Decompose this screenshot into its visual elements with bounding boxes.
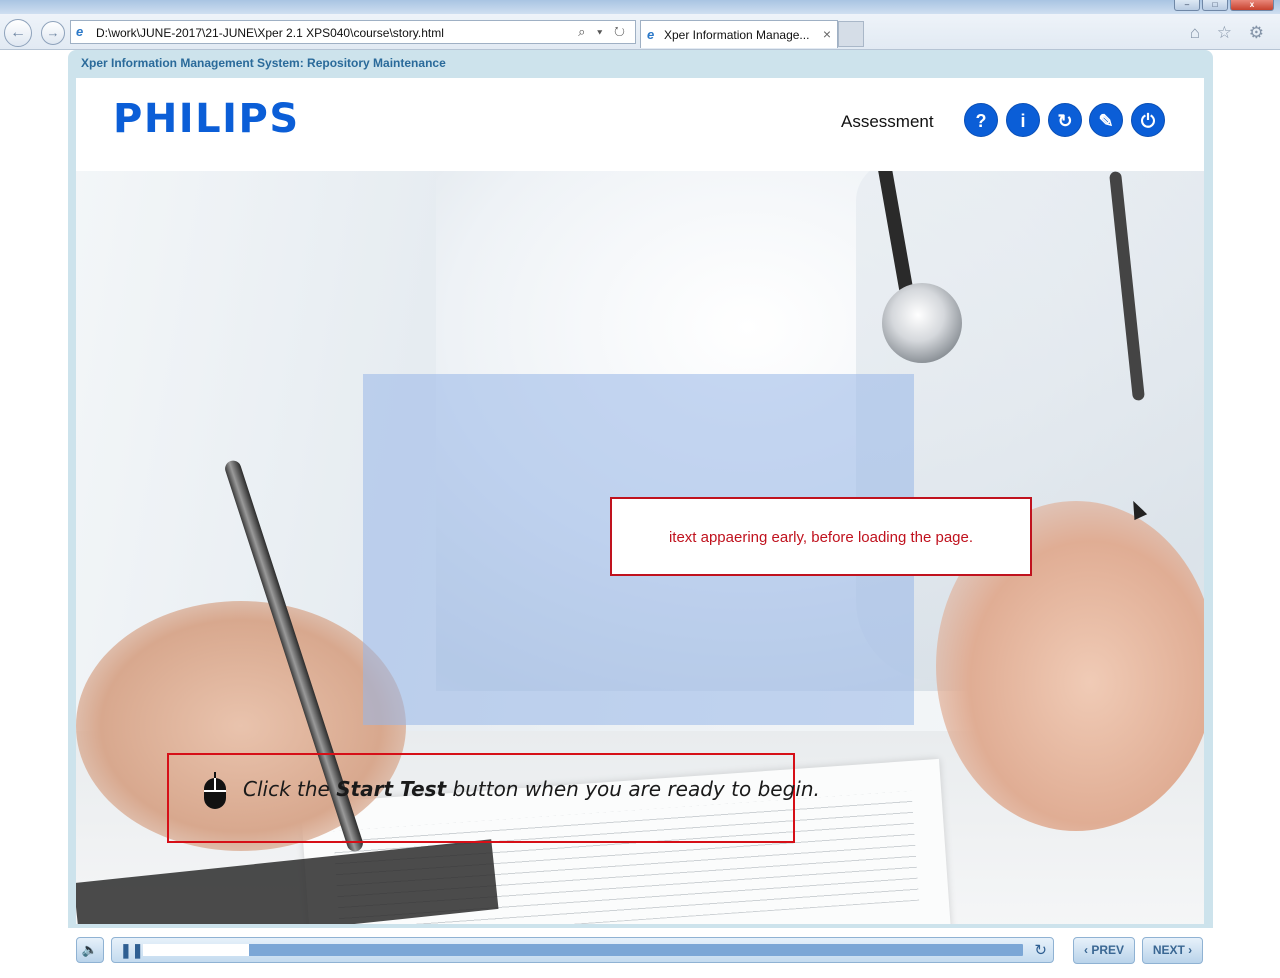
window-controls: – □ x [1174, 0, 1274, 11]
instruction-prefix: Click the [243, 777, 330, 801]
chevron-left-icon: ‹ [1083, 943, 1088, 957]
chevron-right-icon: › [1188, 943, 1193, 957]
compass-icon[interactable]: ✎ [1089, 103, 1123, 137]
new-tab-button[interactable] [838, 21, 864, 47]
maximize-button[interactable]: □ [1202, 0, 1228, 11]
volume-icon[interactable]: 🔈 [76, 937, 104, 963]
tab-title: Xper Information Manage... [664, 28, 810, 42]
next-button[interactable]: NEXT › [1142, 937, 1203, 964]
back-arrow-icon[interactable]: ← [4, 19, 32, 47]
pause-icon[interactable]: ❚❚ [120, 942, 143, 958]
philips-logo: PHILIPS [113, 96, 300, 142]
close-window-button[interactable]: x [1230, 0, 1274, 11]
browser-tab-active[interactable]: e Xper Information Manage... × [640, 20, 838, 48]
ie-logo-icon: e [76, 24, 84, 39]
stethoscope-head [882, 283, 962, 363]
minimize-button[interactable]: – [1174, 0, 1200, 11]
annotation-note-text: itext appaering early, before loading th… [668, 529, 974, 546]
course-title: Xper Information Management System: Repo… [81, 56, 446, 70]
prev-label: PREV [1091, 943, 1125, 957]
annotation-note-box: itext appaering early, before loading th… [610, 497, 1032, 576]
progress-track[interactable] [143, 944, 1023, 956]
next-label: NEXT [1152, 943, 1185, 957]
hero-image: itext appaering early, before loading th… [76, 171, 1204, 924]
forward-arrow-icon[interactable]: → [41, 21, 65, 45]
window-titlebar: – □ x [0, 0, 1280, 14]
power-icon[interactable]: ⏻ [1131, 103, 1165, 137]
address-bar[interactable]: e D:\work\JUNE-2017\21-JUNE\Xper 2.1 XPS… [70, 20, 636, 44]
instruction-suffix: button when you are ready to begin. [452, 777, 820, 801]
progress-fill [143, 944, 249, 956]
info-icon[interactable]: i [1006, 103, 1040, 137]
slide-header: PHILIPS Assessment ? i ↻ ✎ ⏻ [76, 78, 1204, 171]
browser-toolbar: ← → e D:\work\JUNE-2017\21-JUNE\Xper 2.1… [0, 14, 1280, 50]
section-title: Assessment [841, 112, 934, 131]
ie-tab-icon: e [647, 27, 655, 42]
instruction-start-test: Start Test [336, 777, 447, 801]
home-favorites-settings-icons[interactable]: ⌂ ☆ ⚙ [1190, 23, 1270, 43]
slide: PHILIPS Assessment ? i ↻ ✎ ⏻ itext appae… [76, 78, 1204, 924]
instruction-box: Click the Start Test button when you are… [167, 753, 820, 843]
tab-close-icon[interactable]: × [823, 26, 831, 42]
instruction-text: Click the Start Test button when you are… [243, 777, 820, 801]
mouse-icon [204, 772, 226, 809]
refresh-icon[interactable]: ↻ [1048, 103, 1082, 137]
replay-icon[interactable]: ↻ [1034, 941, 1047, 959]
help-icon[interactable]: ? [964, 103, 998, 137]
player-bar: 🔈 ❚❚ ↻ ‹ PREV NEXT › [68, 928, 1213, 978]
address-search-refresh-icons[interactable]: ⌕ ▾ ↻ [578, 24, 629, 40]
seekbar[interactable]: ❚❚ ↻ [111, 937, 1054, 963]
prev-button[interactable]: ‹ PREV [1073, 937, 1135, 964]
address-url[interactable]: D:\work\JUNE-2017\21-JUNE\Xper 2.1 XPS04… [96, 26, 444, 40]
